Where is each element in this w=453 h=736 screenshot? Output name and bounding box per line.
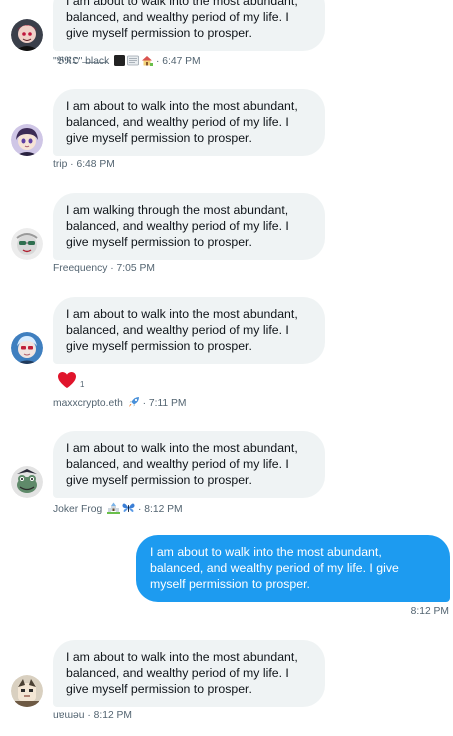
sender-name[interactable]: uɐɯǝu — [53, 710, 84, 721]
avatar[interactable] — [11, 124, 43, 156]
message-meta: maxxcrypto.eth · 7:11 PM — [53, 396, 186, 411]
meta-separator: · — [135, 504, 145, 515]
message-time: 8:12 PM — [410, 606, 449, 617]
sender-name[interactable]: Joker Frog — [53, 504, 102, 515]
own-message-bubble[interactable]: I am about to walk into the most abundan… — [136, 535, 450, 602]
avatar[interactable] — [11, 332, 43, 364]
message-meta: "𝕭𝕽𝕺" ̶b̶l̶a̶c̶k · 6:47 PM — [53, 55, 201, 69]
dm-conversation-thread[interactable]: I am about to walk into the most abundan… — [0, 0, 453, 736]
message-time: 8:12 PM — [93, 710, 132, 721]
meta-separator: · — [107, 263, 117, 274]
sender-name[interactable]: trip — [53, 159, 67, 170]
rocket-icon — [128, 396, 140, 411]
sender-name[interactable]: "𝕭𝕽𝕺" ̶b̶l̶a̶c̶k — [53, 56, 109, 67]
message-time: 6:48 PM — [76, 159, 115, 170]
avatar[interactable] — [11, 19, 43, 51]
meta-separator: · — [139, 398, 149, 409]
message-meta: trip · 6:48 PM — [53, 159, 115, 170]
sender-name[interactable]: maxxcrypto.eth — [53, 398, 123, 409]
message-meta: Freequency · 7:05 PM — [53, 263, 155, 274]
message-meta: 8:12 PM — [411, 606, 449, 617]
avatar[interactable] — [11, 228, 43, 260]
avatar[interactable] — [11, 675, 43, 707]
meta-separator: · — [84, 710, 94, 721]
reaction[interactable]: 1 — [57, 371, 84, 394]
butterfly-icon — [122, 502, 135, 517]
message-bubble[interactable]: I am about to walk into the most abundan… — [53, 0, 325, 51]
message-time: 8:12 PM — [144, 504, 183, 515]
newspaper-icon — [127, 55, 139, 69]
reaction-count: 1 — [80, 379, 85, 389]
message-meta: Joker Frog · 8:12 PM — [53, 502, 183, 517]
message-time: 7:05 PM — [116, 263, 155, 274]
avatar[interactable] — [11, 466, 43, 498]
message-time: 6:47 PM — [162, 56, 201, 67]
message-time: 7:11 PM — [148, 398, 187, 409]
message-bubble[interactable]: I am walking through the most abundant, … — [53, 193, 325, 260]
message-meta: uɐɯǝu · 8:12 PM — [53, 710, 132, 721]
castle-icon — [107, 502, 121, 517]
message-bubble[interactable]: I am about to walk into the most abundan… — [53, 431, 325, 498]
meta-separator: · — [153, 56, 163, 67]
sender-name[interactable]: Freequency — [53, 263, 107, 274]
message-bubble[interactable]: I am about to walk into the most abundan… — [53, 297, 325, 364]
heart-icon[interactable] — [57, 371, 77, 394]
message-bubble[interactable]: I am about to walk into the most abundan… — [53, 640, 325, 707]
message-bubble[interactable]: I am about to walk into the most abundan… — [53, 89, 325, 156]
black-square-icon — [114, 55, 126, 69]
house-icon — [141, 55, 154, 69]
